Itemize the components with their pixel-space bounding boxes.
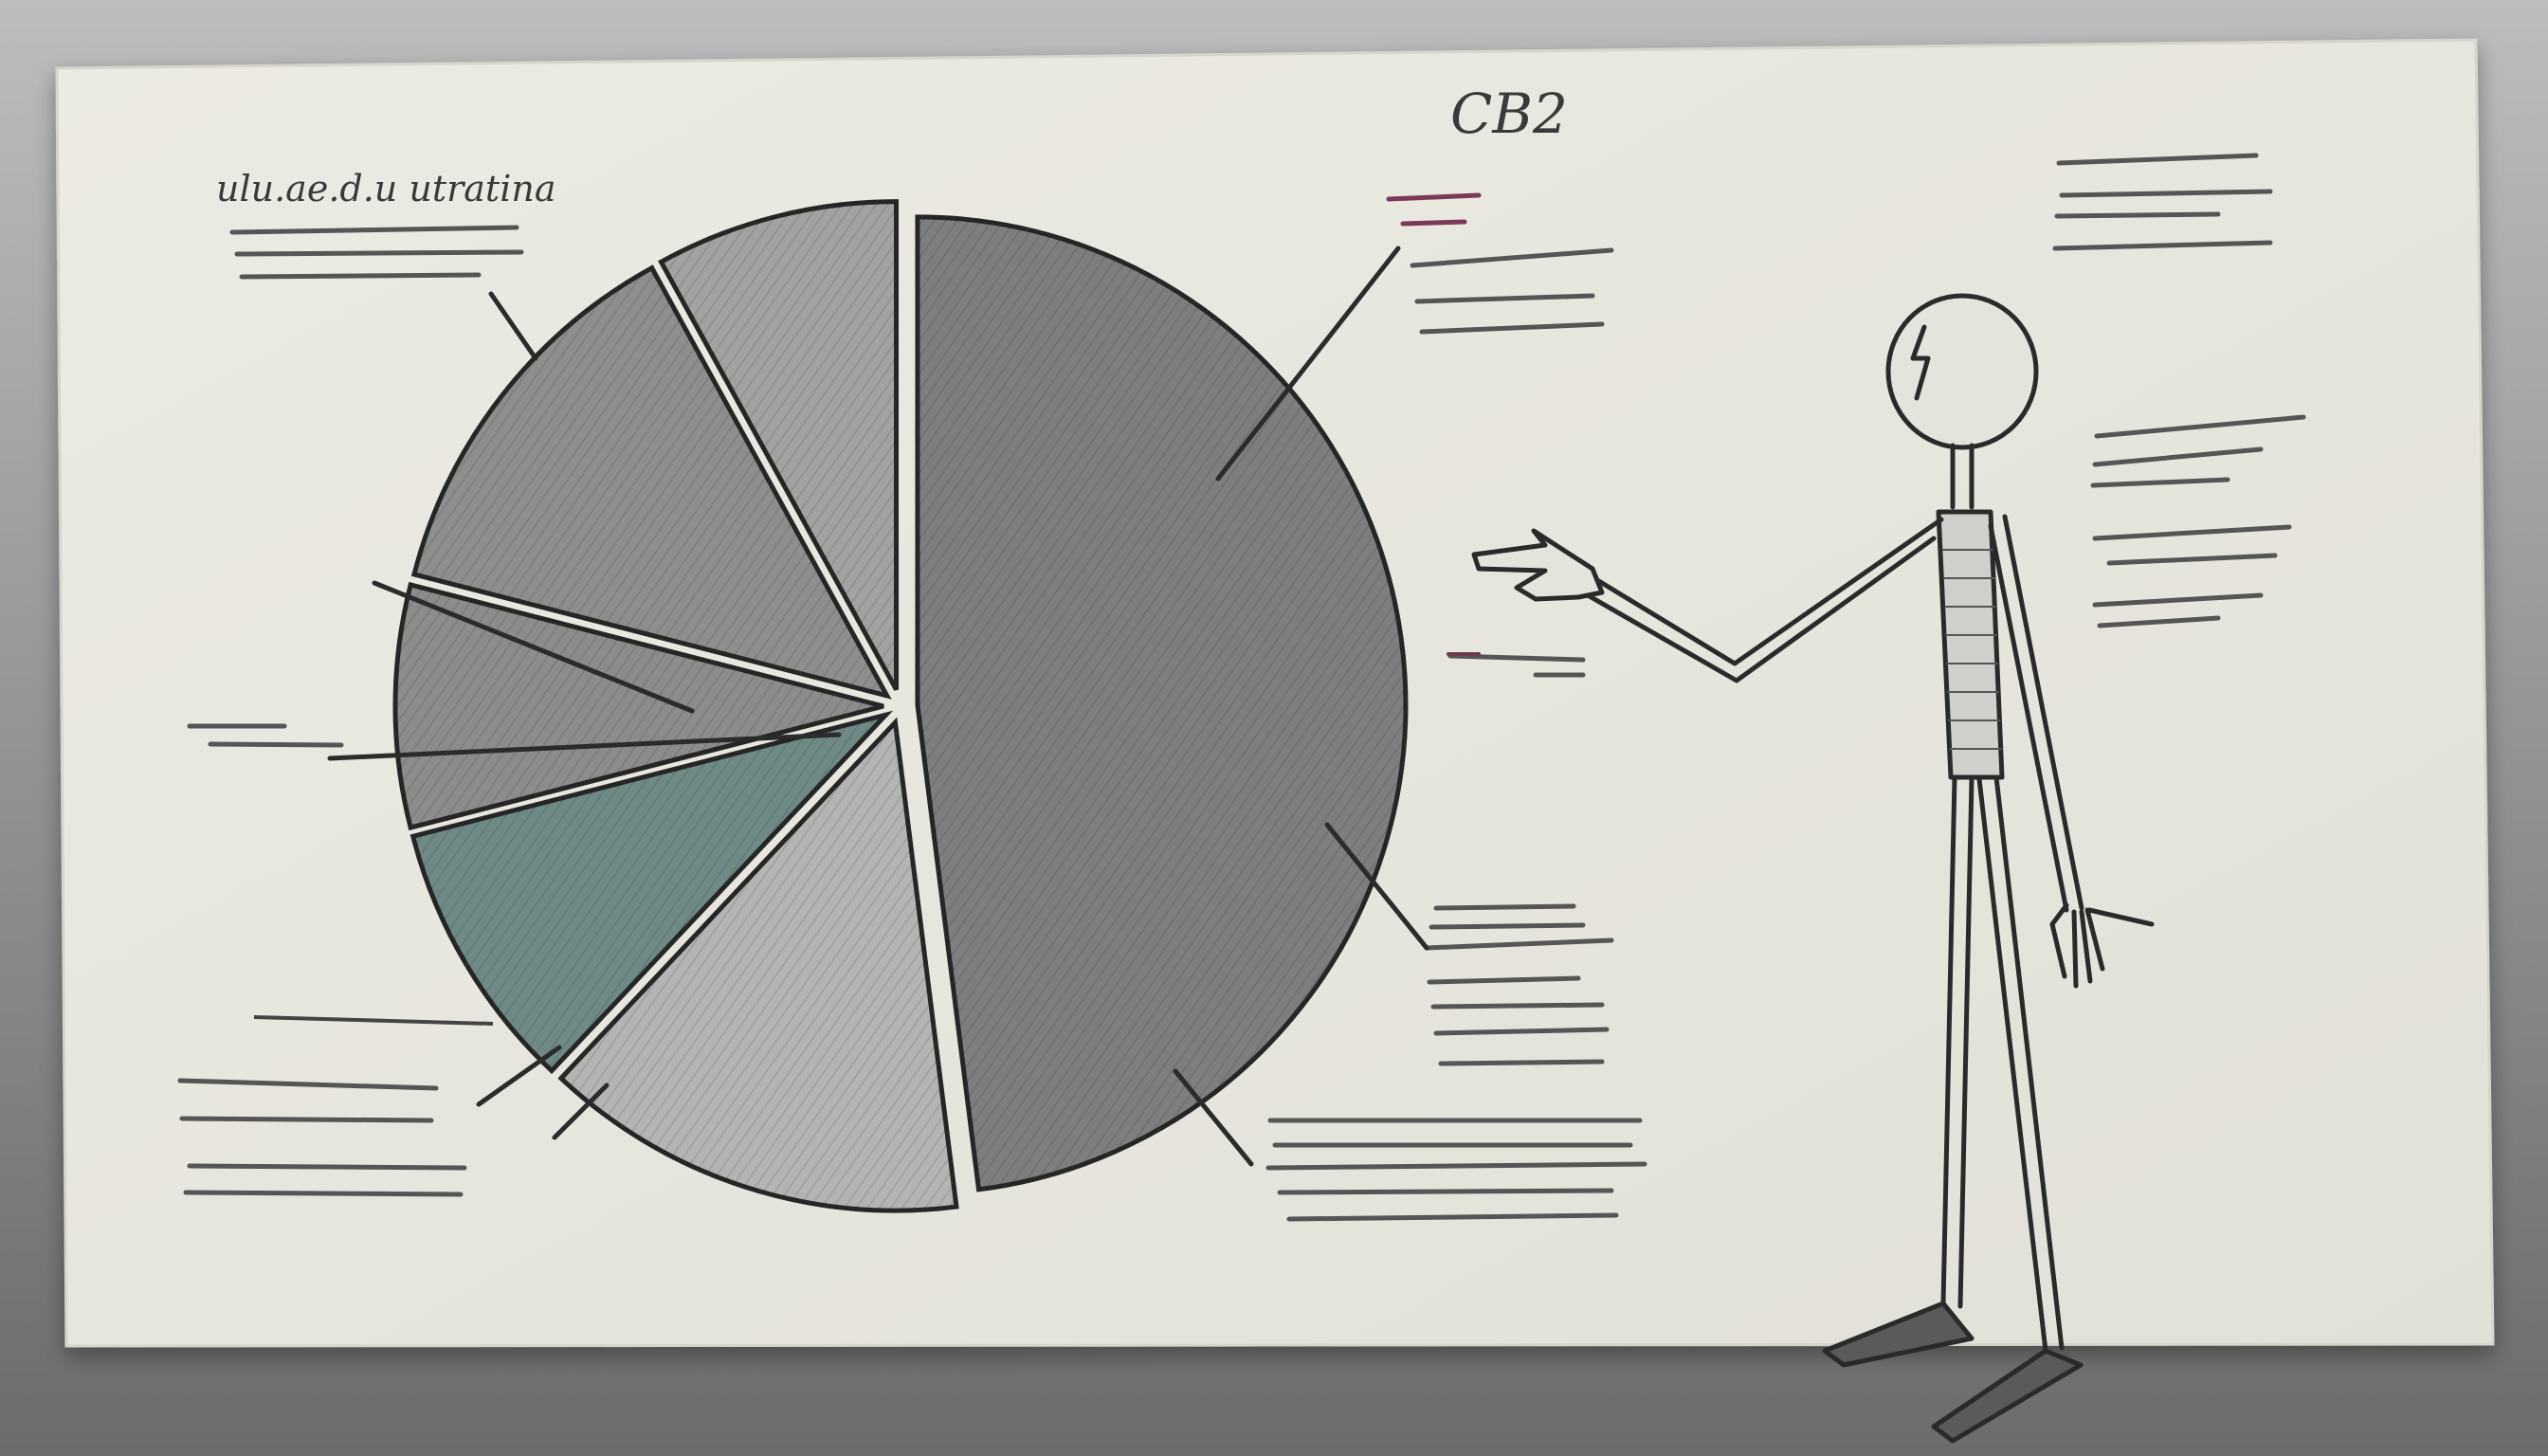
stick-figure-head [1885,293,2039,450]
stick-figure-torso [1936,509,2005,780]
left-heading-scribble: ulu.ae.d.u utratina [216,168,555,209]
top-scribble-label: CB2 [1450,82,1568,146]
drawing-scene: CB2 ulu.ae.d.u utratina [0,0,2548,1456]
